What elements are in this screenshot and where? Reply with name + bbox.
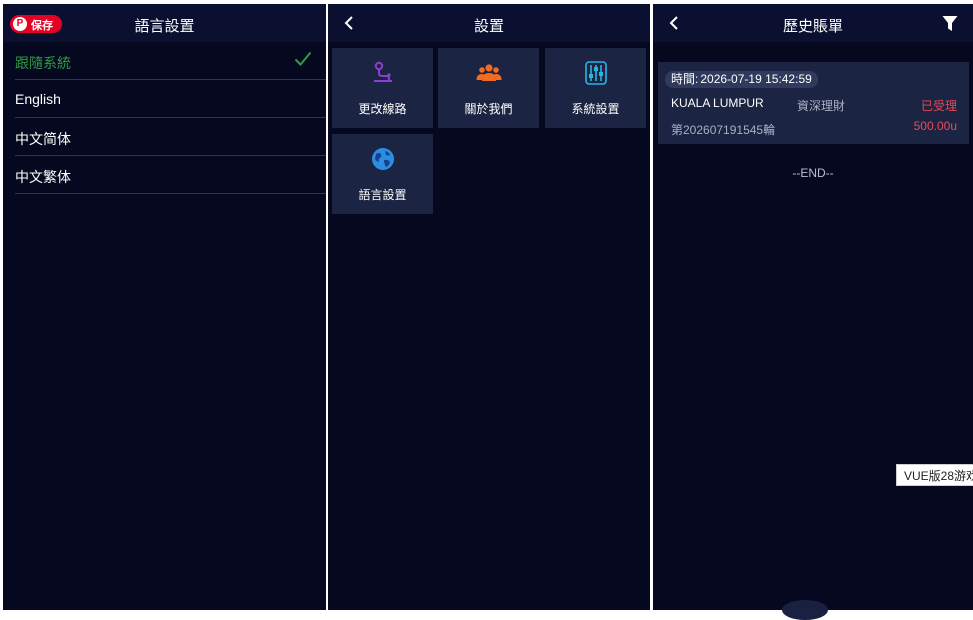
floating-circle-button[interactable] — [782, 600, 828, 620]
tile-system-settings[interactable]: 系統設置 — [545, 48, 646, 128]
settings-header: 設置 — [328, 4, 650, 42]
bill-history-header: 歷史賬單 — [653, 4, 973, 42]
time-label: 時間 — [671, 72, 696, 86]
language-option-follow-system[interactable]: 跟隨系統 — [15, 42, 326, 80]
tile-label: 系統設置 — [571, 102, 620, 116]
group-icon — [438, 61, 539, 85]
language-option-simplified-chinese[interactable]: 中文简体 — [15, 118, 326, 156]
filter-icon[interactable] — [942, 15, 958, 36]
language-list: 跟隨系統 English 中文简体 中文繁体 — [3, 42, 326, 194]
status-badge: 已受理 — [920, 99, 957, 113]
settings-panel: 設置 更改線路 關於我們 系統設置 語言設置 — [328, 4, 650, 610]
language-label: 中文简体 — [15, 131, 71, 147]
checkmark-icon — [294, 51, 312, 70]
bill-amount: 500.00u — [913, 119, 957, 133]
bill-city: KUALA LUMPUR — [671, 96, 764, 110]
floating-tooltip[interactable]: VUE版28游戏 — [896, 464, 973, 486]
route-icon — [332, 61, 433, 85]
language-label: 中文繁体 — [15, 169, 71, 185]
tile-about-us[interactable]: 關於我們 — [438, 48, 539, 128]
tile-change-route[interactable]: 更改線路 — [332, 48, 433, 128]
page-title: 歷史賬單 — [782, 18, 843, 35]
tile-label: 更改線路 — [358, 102, 407, 116]
language-settings-panel: P 保存 語言設置 跟隨系統 English 中文简体 中文繁体 — [3, 4, 326, 610]
language-option-english[interactable]: English — [15, 80, 326, 118]
bill-time: 2026-07-19 15:42:59 — [700, 72, 812, 86]
bill-history-panel: 歷史賬單 時間: 2026-07-19 15:42:59 KUALA LUMPUR… — [653, 4, 973, 610]
bill-time-badge: 時間: 2026-07-19 15:42:59 — [665, 71, 818, 88]
page-title: 設置 — [473, 18, 504, 35]
bill-product-type: 資深理財 — [797, 99, 846, 113]
language-label: English — [15, 91, 61, 107]
tile-label: 語言設置 — [358, 188, 407, 202]
tile-language-settings[interactable]: 語言設置 — [332, 134, 433, 214]
globe-icon — [332, 147, 433, 171]
tile-label: 關於我們 — [464, 102, 513, 116]
list-end-marker: --END-- — [792, 166, 834, 180]
language-label: 跟隨系統 — [15, 55, 71, 71]
bill-card[interactable]: 時間: 2026-07-19 15:42:59 KUALA LUMPUR 資深理財… — [658, 62, 969, 144]
sliders-icon — [545, 61, 646, 85]
language-option-traditional-chinese[interactable]: 中文繁体 — [15, 156, 326, 194]
page-title: 語言設置 — [134, 18, 195, 35]
language-header: P 保存 語言設置 — [3, 4, 326, 42]
bill-period: 第202607191545輪 — [671, 123, 776, 137]
